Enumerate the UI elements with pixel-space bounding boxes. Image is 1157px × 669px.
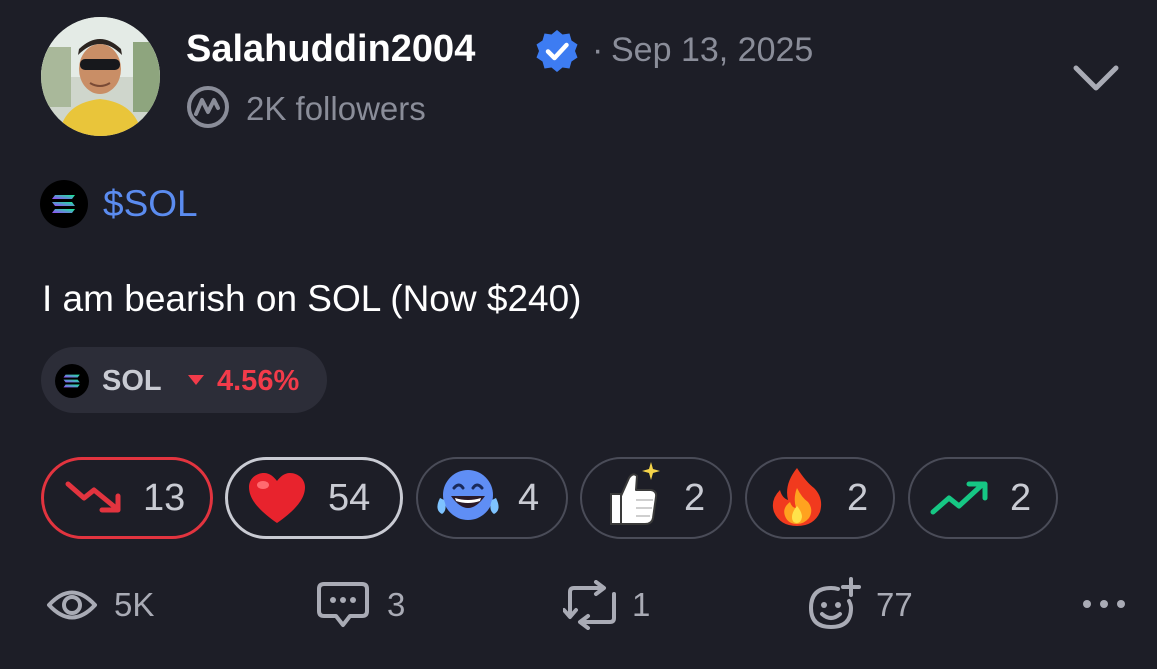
more-options-icon[interactable]: [1081, 596, 1127, 612]
reaction-count: 2: [684, 477, 706, 519]
verified-badge-icon: [536, 30, 578, 72]
reaction-count: 4: [518, 477, 540, 519]
follower-count: 2K followers: [246, 90, 426, 127]
author-username[interactable]: Salahuddin2004: [186, 26, 475, 72]
post-text: I am bearish on SOL (Now $240): [42, 278, 582, 319]
repost-count: 1: [632, 586, 651, 623]
avatar-photo: [41, 17, 160, 136]
reaction-total: 77: [876, 586, 913, 623]
cashtag-link[interactable]: $SOL: [103, 182, 198, 226]
reaction-count: 13: [143, 477, 186, 519]
repost-icon[interactable]: [563, 580, 621, 630]
thumbs-up-icon: [610, 462, 660, 525]
ticker-symbol: SOL: [102, 365, 162, 397]
view-count: 5K: [114, 586, 155, 623]
coinmarketcap-icon: [187, 86, 229, 128]
chevron-down-icon[interactable]: [1068, 58, 1124, 98]
reaction-count: 54: [328, 477, 371, 519]
heart-icon: [249, 473, 305, 523]
ticker-change: 4.56%: [217, 365, 300, 397]
reaction-count: 2: [847, 477, 869, 519]
laughing-face-icon: [437, 470, 499, 520]
comment-count: 3: [387, 586, 406, 623]
reaction-count: 2: [1010, 477, 1032, 519]
add-reaction-icon[interactable]: [805, 575, 863, 633]
trend-down-icon: [65, 481, 121, 513]
eye-icon: [47, 590, 97, 620]
post-date[interactable]: Sep 13, 2025: [611, 30, 813, 70]
triangle-down-icon: [188, 375, 204, 385]
solana-logo-icon: [40, 180, 88, 228]
trend-up-icon: [930, 481, 988, 515]
avatar[interactable]: [41, 17, 160, 136]
comment-icon[interactable]: [316, 580, 370, 630]
fire-icon: [772, 468, 822, 526]
separator-dot: ·: [592, 31, 604, 69]
solana-logo-icon: [55, 364, 89, 398]
